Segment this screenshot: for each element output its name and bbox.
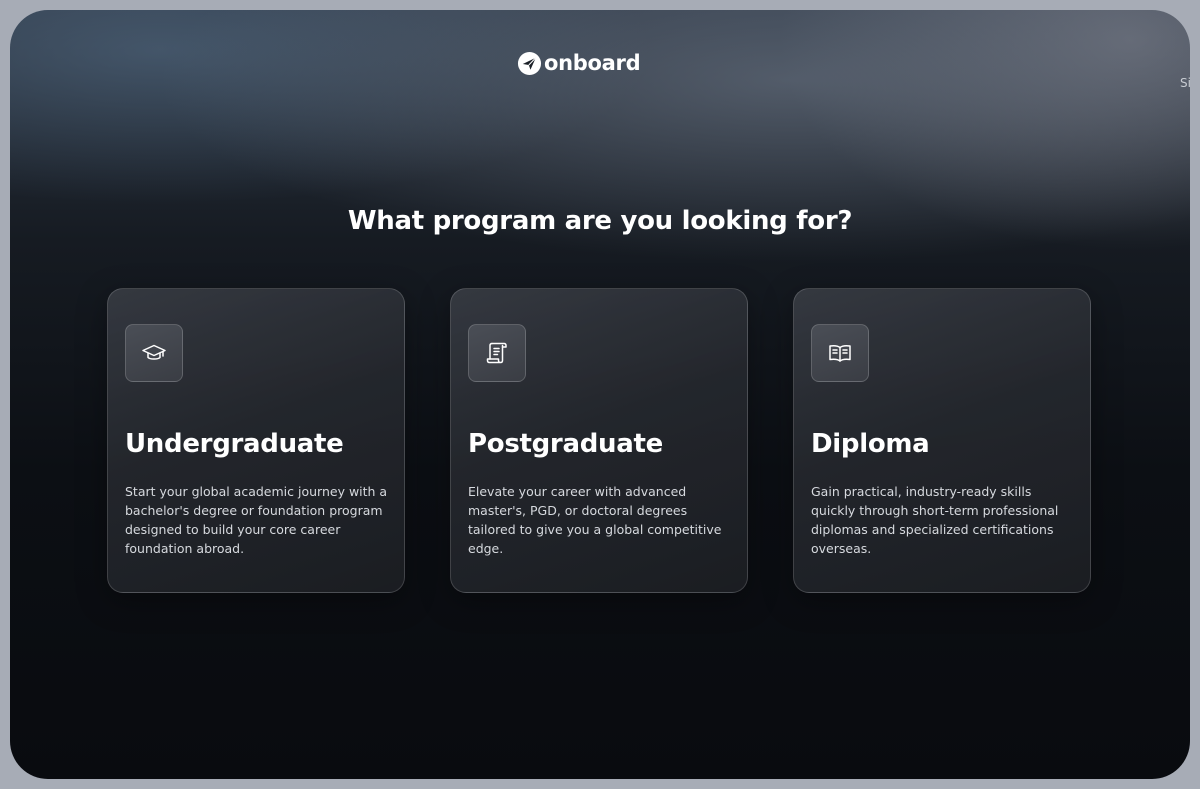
scroll-document-icon <box>486 342 507 364</box>
card-icon-container <box>811 324 869 382</box>
card-icon-container <box>468 324 526 382</box>
sign-in-link-partial[interactable]: Si <box>1180 76 1190 90</box>
brand-logo[interactable]: onboard <box>517 50 641 76</box>
app-screen: onboard Si What program are you looking … <box>10 10 1190 779</box>
program-card-postgraduate[interactable]: Postgraduate Elevate your career with ad… <box>450 288 748 593</box>
device-frame: onboard Si What program are you looking … <box>0 0 1200 789</box>
open-book-icon <box>829 344 851 362</box>
card-title: Undergraduate <box>125 429 344 459</box>
program-card-diploma[interactable]: Diploma Gain practical, industry-ready s… <box>793 288 1091 593</box>
card-title: Postgraduate <box>468 429 663 459</box>
card-description: Gain practical, industry-ready skills qu… <box>811 484 1059 556</box>
card-description: Elevate your career with advanced master… <box>468 484 722 556</box>
card-title: Diploma <box>811 429 930 459</box>
program-card-undergraduate[interactable]: Undergraduate Start your global academic… <box>107 288 405 593</box>
card-icon-container <box>125 324 183 382</box>
paper-plane-logo-icon <box>517 51 542 75</box>
card-description: Start your global academic journey with … <box>125 484 388 556</box>
graduation-cap-icon <box>142 344 166 360</box>
logo-wordmark: onboard <box>544 51 641 75</box>
page-title: What program are you looking for? <box>347 206 853 236</box>
